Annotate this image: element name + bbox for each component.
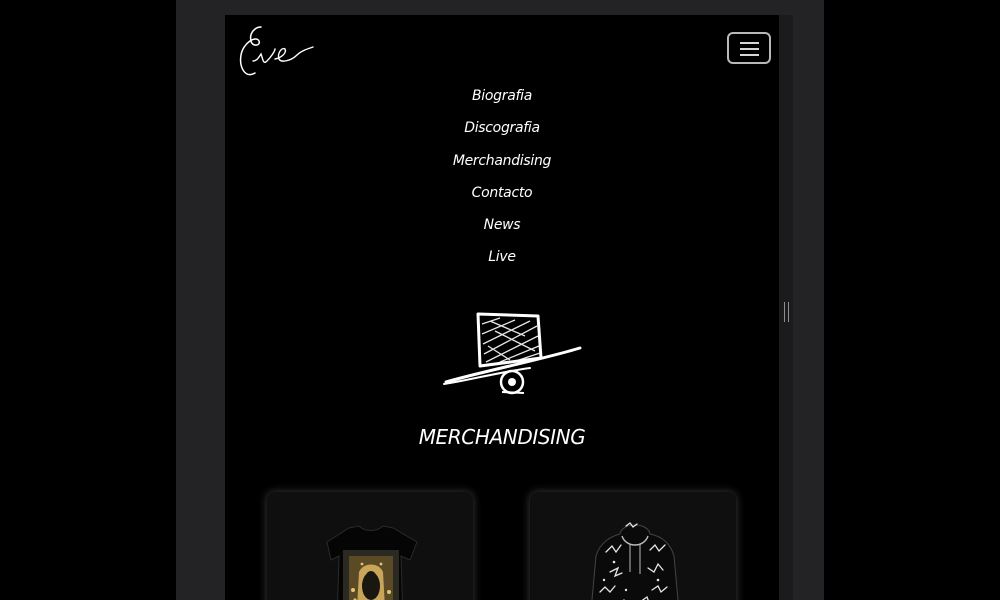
section-title: MERCHANDISING	[418, 425, 586, 449]
nav-link-merchandising[interactable]: Merchandising	[453, 153, 552, 169]
nav-item-discografia: Discografia	[225, 118, 779, 150]
nav-link-contacto[interactable]: Contacto	[472, 185, 533, 201]
hoodie-product-image	[591, 522, 679, 600]
top-hat-icon	[443, 312, 582, 395]
hamburger-icon-line-3	[740, 54, 759, 56]
nav-item-live: Live	[225, 247, 779, 279]
main-nav: Biografia Discografia Merchandising Cont…	[225, 86, 779, 280]
nav-link-discografia[interactable]: Discografia	[464, 120, 540, 136]
resize-handle[interactable]	[784, 302, 789, 322]
nav-item-news: News	[225, 215, 779, 247]
page-viewport: Biografia Discografia Merchandising Cont…	[225, 15, 779, 600]
nav-link-biografia[interactable]: Biografia	[472, 88, 532, 104]
nav-item-biografia: Biografia	[225, 86, 779, 118]
menu-toggle-button[interactable]	[727, 32, 771, 64]
nav-item-contacto: Contacto	[225, 183, 779, 215]
product-card[interactable]	[267, 492, 473, 600]
hamburger-icon-line-2	[740, 48, 759, 50]
eve-logo[interactable]	[235, 21, 319, 81]
nav-link-news[interactable]: News	[484, 217, 521, 233]
hamburger-icon-line-1	[740, 42, 759, 44]
nav-link-live[interactable]: Live	[488, 249, 516, 265]
nav-item-merchandising: Merchandising	[225, 151, 779, 183]
tshirt-product-image	[326, 525, 418, 600]
product-card[interactable]	[530, 492, 736, 600]
